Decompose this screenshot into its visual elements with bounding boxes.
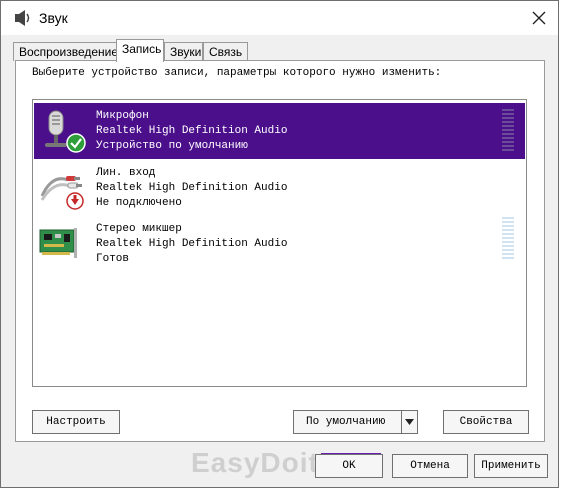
chevron-down-icon	[405, 419, 414, 425]
window-title: Звук	[39, 10, 68, 26]
device-text: Микрофон Realtek High Definition Audio У…	[96, 109, 287, 154]
tab-playback[interactable]: Воспроизведение	[13, 42, 118, 61]
sound-dialog: Звук Воспроизведение Запись Звуки Связь …	[0, 0, 559, 488]
properties-button[interactable]: Свойства	[443, 410, 529, 434]
device-item-microphone[interactable]: Микрофон Realtek High Definition Audio У…	[34, 103, 525, 159]
device-name: Лин. вход	[96, 167, 156, 179]
configure-button[interactable]: Настроить	[32, 410, 120, 434]
device-status: Устройство по умолчанию	[96, 140, 248, 152]
device-driver: Realtek High Definition Audio	[96, 125, 288, 137]
recording-panel: Выберите устройство записи, параметры ко…	[15, 60, 545, 442]
device-text: Стерео микшер Realtek High Definition Au…	[96, 222, 287, 267]
set-default-dropdown[interactable]	[401, 411, 417, 433]
speaker-icon	[13, 8, 31, 28]
sound-card-icon	[38, 222, 82, 266]
device-item-stereo-mix[interactable]: Стерео микшер Realtek High Definition Au…	[34, 216, 525, 272]
device-name: Микрофон	[96, 110, 149, 122]
cancel-button[interactable]: Отмена	[392, 454, 468, 478]
instruction-text: Выберите устройство записи, параметры ко…	[32, 67, 442, 79]
input-level-meter	[502, 217, 514, 259]
set-default-button[interactable]: По умолчанию	[293, 410, 418, 434]
tab-communications[interactable]: Связь	[203, 42, 248, 61]
device-status: Готов	[96, 253, 130, 265]
device-status: Не подключено	[96, 197, 182, 209]
close-icon	[532, 11, 546, 25]
disconnected-arrow-icon	[66, 192, 84, 215]
title-bar: Звук	[1, 1, 558, 35]
device-list[interactable]: Микрофон Realtek High Definition Audio У…	[32, 99, 527, 387]
device-driver: Realtek High Definition Audio	[96, 182, 288, 194]
tab-sounds[interactable]: Звуки	[164, 42, 203, 61]
input-level-meter	[502, 109, 514, 151]
close-button[interactable]	[528, 7, 550, 29]
apply-button[interactable]: Применить	[474, 454, 548, 478]
device-name: Стерео микшер	[96, 223, 182, 235]
ok-button[interactable]: OK	[315, 454, 383, 478]
tab-recording[interactable]: Запись	[116, 39, 164, 62]
device-item-line-in[interactable]: Лин. вход Realtek High Definition Audio …	[34, 160, 525, 216]
default-check-icon	[66, 133, 86, 158]
set-default-label: По умолчанию	[306, 416, 386, 428]
device-driver: Realtek High Definition Audio	[96, 238, 288, 250]
device-text: Лин. вход Realtek High Definition Audio …	[96, 166, 287, 211]
